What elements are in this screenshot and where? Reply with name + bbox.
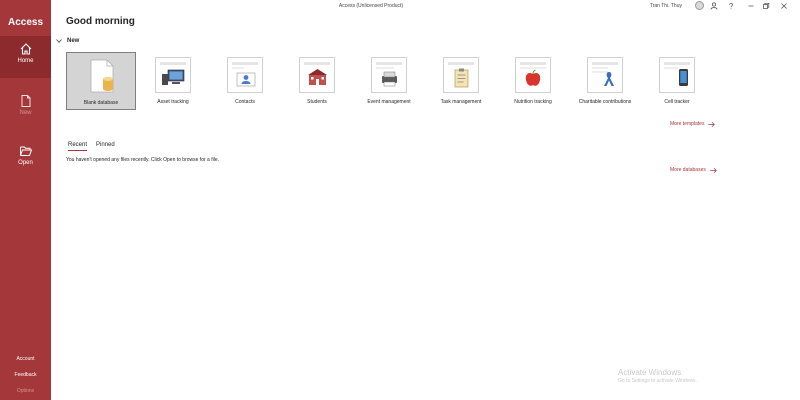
arrow-right-icon xyxy=(710,167,717,173)
students-icon xyxy=(299,57,335,93)
charitable-contributions-icon xyxy=(587,57,623,93)
nutrition-tracking-icon xyxy=(515,57,551,93)
sidebar-item-options[interactable]: Options xyxy=(0,388,51,394)
template-charitable-contributions[interactable]: Charitable contributions xyxy=(570,52,640,110)
activate-windows-subtitle: Go to Settings to activate Windows. xyxy=(618,378,697,384)
home-icon xyxy=(20,43,31,55)
sidebar-item-label: Home xyxy=(17,58,34,64)
new-section-label: New xyxy=(67,38,80,44)
window-title: Access (Unlicensed Product) xyxy=(338,3,404,9)
template-label: Blank database xyxy=(83,100,119,106)
new-file-icon xyxy=(21,95,30,107)
template-contacts[interactable]: Contacts xyxy=(210,52,280,110)
cell-tracker-icon xyxy=(659,57,695,93)
sidebar-item-label: Open xyxy=(18,160,33,166)
close-button[interactable] xyxy=(779,1,789,11)
template-label: Cell tracker xyxy=(664,99,690,105)
close-icon xyxy=(781,3,787,9)
template-students[interactable]: Students xyxy=(282,52,352,110)
asset-tracking-icon xyxy=(155,57,191,93)
template-label: Students xyxy=(307,99,327,105)
tab-recent[interactable]: Recent xyxy=(68,142,88,151)
activate-windows-title: Activate Windows xyxy=(618,368,682,377)
user-name[interactable]: Tran Thi. Thuy xyxy=(646,3,682,9)
sidebar-item-label: New xyxy=(19,110,32,116)
sidebar-item-new[interactable]: New xyxy=(0,88,51,130)
template-label: Charitable contributions xyxy=(578,99,632,105)
avatar[interactable] xyxy=(695,1,704,10)
minimize-button[interactable] xyxy=(746,1,756,11)
template-nutrition-tracking[interactable]: Nutrition tracking xyxy=(498,52,568,110)
restore-icon xyxy=(763,2,770,9)
sidebar-item-home[interactable]: Home xyxy=(0,36,51,78)
more-databases-link[interactable]: More databases xyxy=(670,167,717,173)
sidebar-item-account[interactable]: Account xyxy=(0,356,51,362)
event-management-icon xyxy=(371,57,407,93)
open-folder-icon xyxy=(19,146,32,156)
template-cell-tracker[interactable]: Cell tracker xyxy=(642,52,712,110)
person-feedback-icon xyxy=(710,2,718,10)
sidebar-item-feedback[interactable]: Feedback xyxy=(0,372,51,378)
template-event-management[interactable]: Event management xyxy=(354,52,424,110)
template-asset-tracking[interactable]: Asset tracking xyxy=(138,52,208,110)
template-label: Contacts xyxy=(235,99,255,105)
sidebar: Access Home New Open Account Feedback Op… xyxy=(0,0,51,400)
feedback-smiley-button[interactable] xyxy=(709,1,719,11)
page-title: Good morning xyxy=(66,16,135,27)
blank-database-icon xyxy=(83,58,119,94)
new-section-toggle[interactable]: New xyxy=(56,38,79,44)
arrow-right-icon xyxy=(708,121,716,127)
task-management-icon xyxy=(443,57,479,93)
template-label: Task management xyxy=(440,99,482,105)
template-label: Event management xyxy=(367,99,411,105)
recent-empty-message: You haven't opened any files recently. C… xyxy=(66,157,219,163)
template-blank-database[interactable]: Blank database xyxy=(66,52,136,110)
more-templates-label: More templates xyxy=(670,121,705,127)
title-bar: Access (Unlicensed Product) Tran Thi. Th… xyxy=(51,0,800,12)
contacts-icon xyxy=(227,57,263,93)
template-label: Asset tracking xyxy=(157,99,189,105)
tab-pinned[interactable]: Pinned xyxy=(96,142,115,150)
help-icon xyxy=(729,3,733,10)
restore-button[interactable] xyxy=(761,1,771,11)
app-name: Access xyxy=(7,17,44,28)
chevron-down-icon xyxy=(56,39,62,43)
help-button[interactable] xyxy=(726,1,736,11)
more-databases-label: More databases xyxy=(670,167,706,173)
more-templates-link[interactable]: More templates xyxy=(670,121,716,127)
sidebar-item-open[interactable]: Open xyxy=(0,138,51,180)
template-task-management[interactable]: Task management xyxy=(426,52,496,110)
template-label: Nutrition tracking xyxy=(514,99,552,105)
minimize-icon xyxy=(748,5,754,7)
